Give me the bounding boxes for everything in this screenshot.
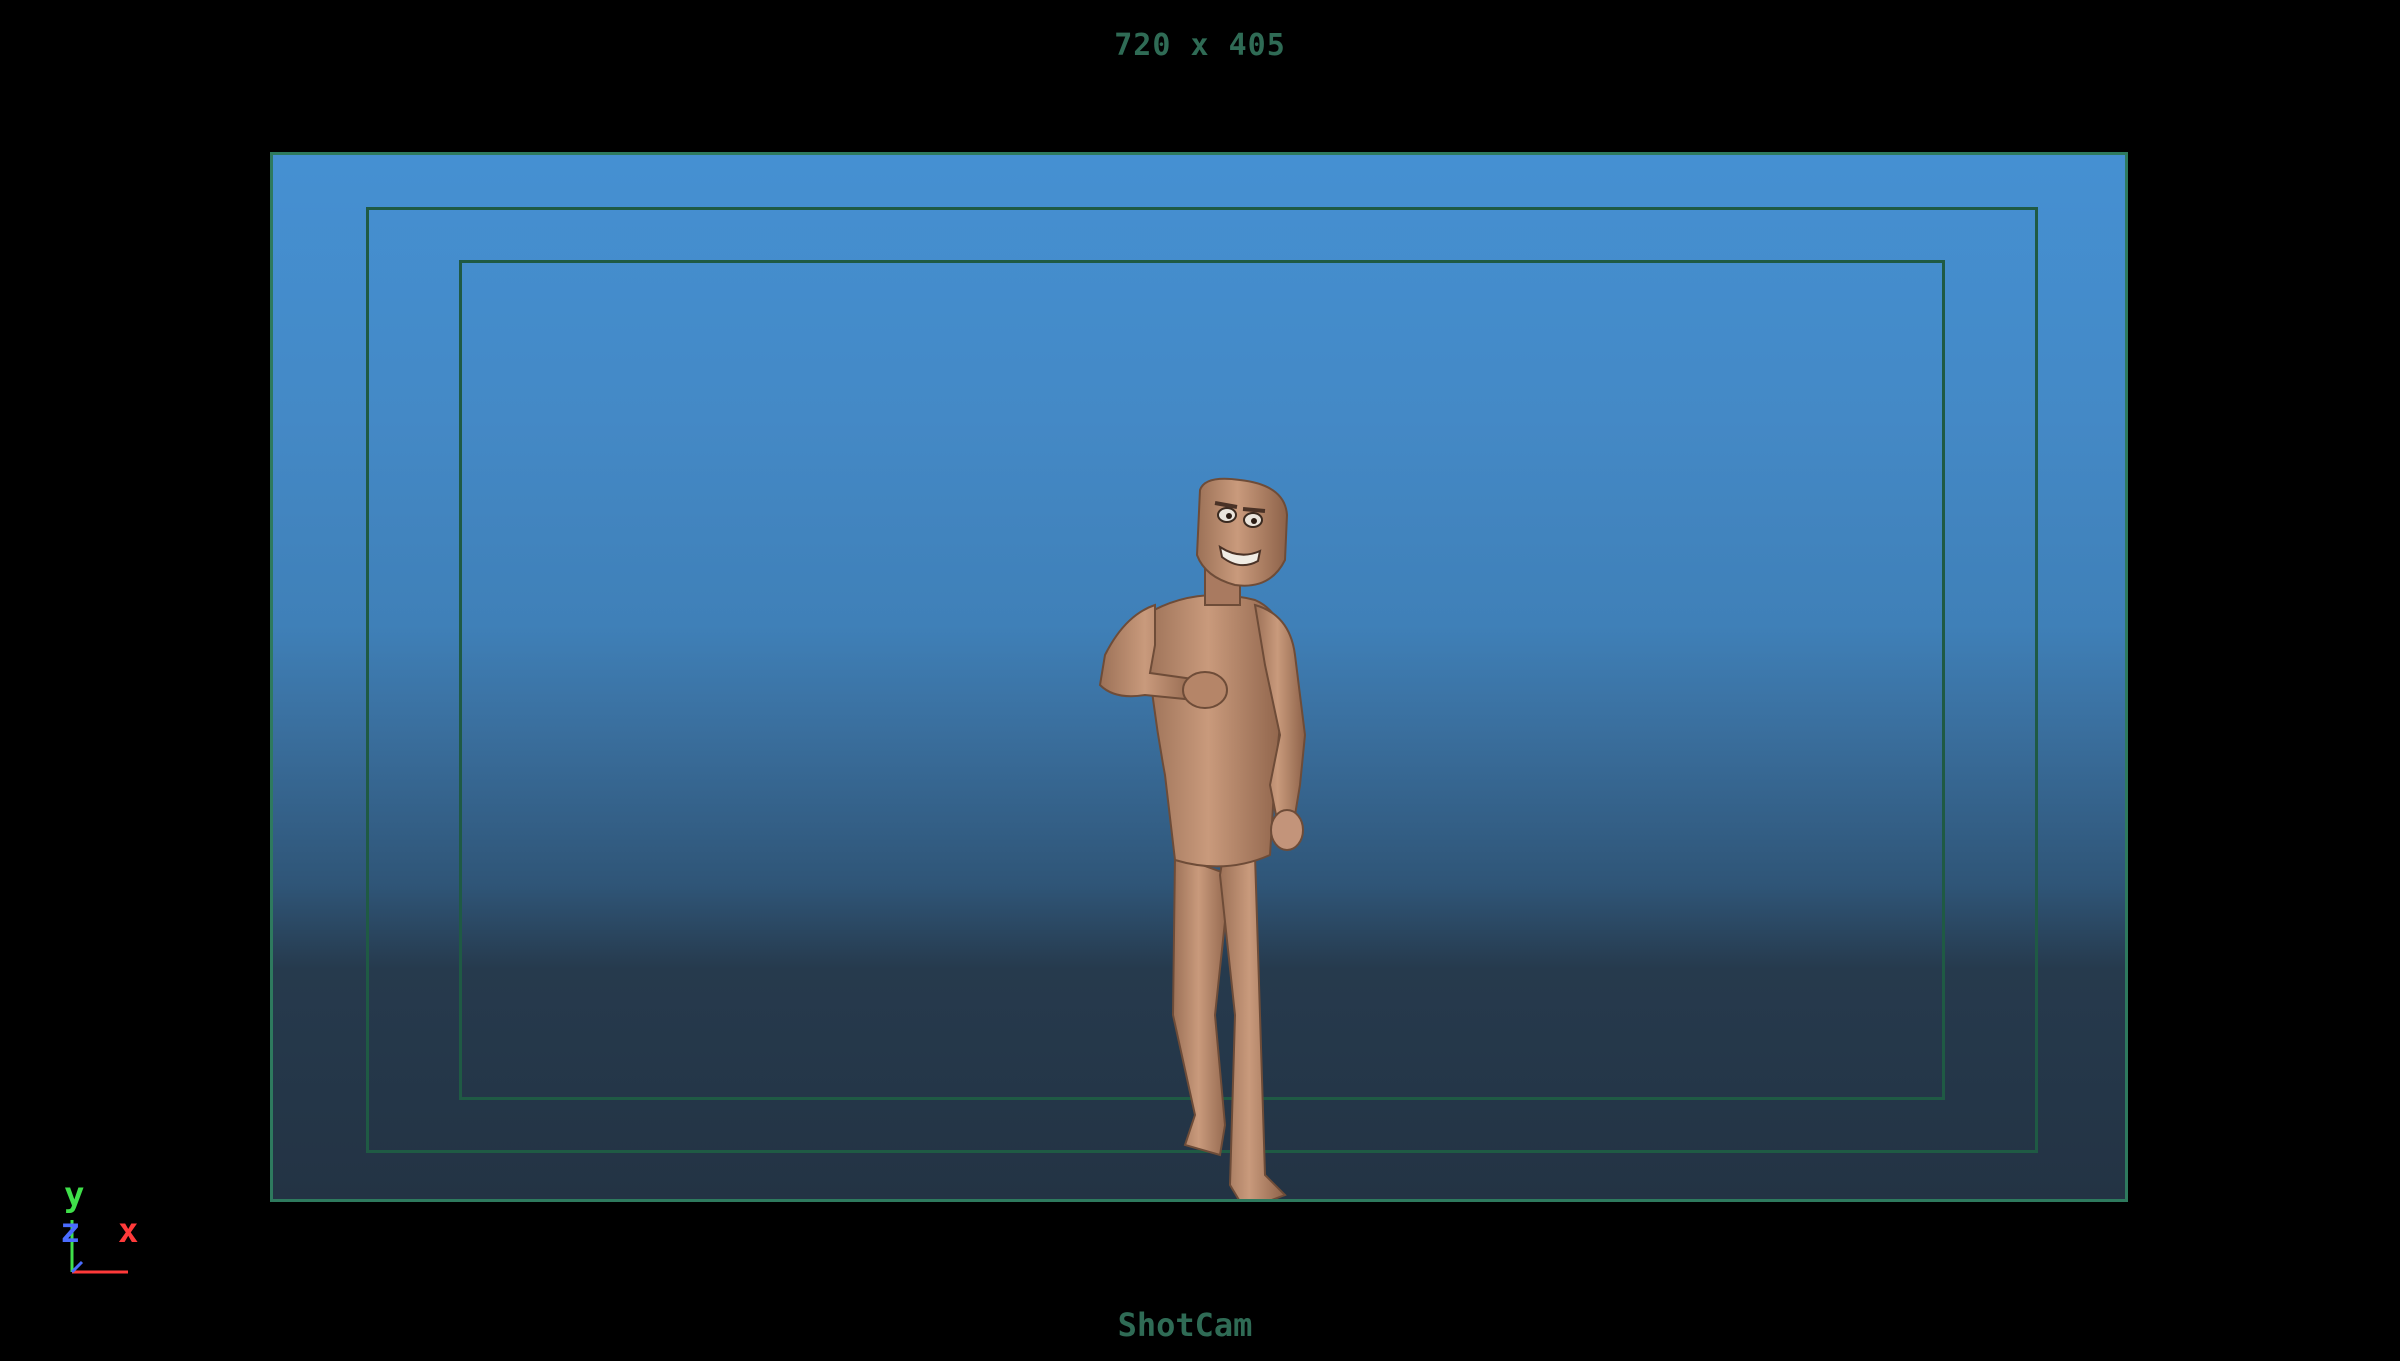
3d-viewport[interactable]: 720 x 405 y z x ShotCam [0, 0, 2400, 1361]
resolution-gate [270, 152, 2128, 1202]
axis-y-label: y [64, 1175, 85, 1215]
resolution-gate-label: 720 x 405 [1114, 28, 1286, 63]
axis-x-label: x [118, 1211, 139, 1251]
camera-name-label: ShotCam [1117, 1306, 1253, 1344]
character-model[interactable] [1055, 315, 1385, 1202]
axis-orientation-gizmo: y z x [58, 1178, 168, 1278]
axis-z-label: z [60, 1211, 81, 1251]
